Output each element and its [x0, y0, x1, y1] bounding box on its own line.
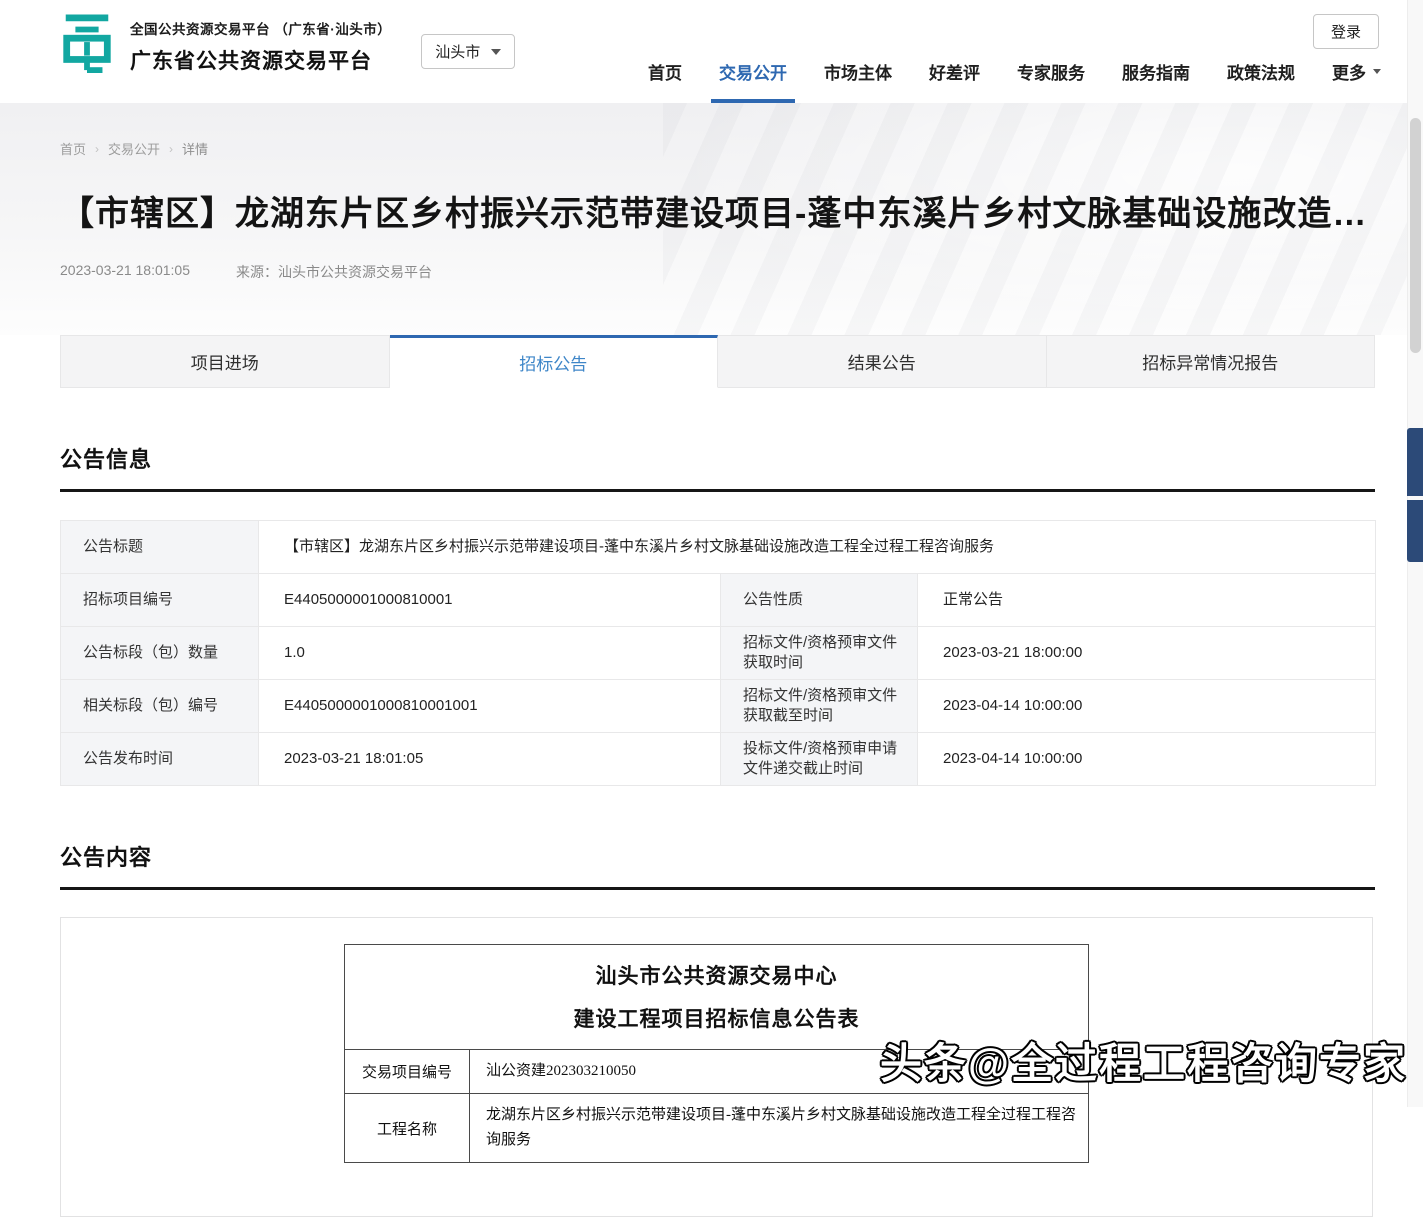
- site-header: 全国公共资源交易平台 （广东省·汕头市） 广东省公共资源交易平台 汕头市 首页 …: [0, 0, 1423, 103]
- city-selector[interactable]: 汕头市: [421, 34, 515, 69]
- site-title-block: 全国公共资源交易平台 （广东省·汕头市） 广东省公共资源交易平台: [130, 12, 391, 75]
- detail-tabs: 项目进场 招标公告 结果公告 招标异常情况报告: [60, 335, 1375, 388]
- info-value: 2023-03-21 18:00:00: [918, 627, 1376, 680]
- article-source: 来源：汕头市公共资源交易平台: [236, 262, 432, 282]
- info-label: 投标文件/资格预审申请文件递交截止时间: [721, 733, 918, 786]
- article-banner: 首页 › 交易公开 › 详情 【市辖区】龙湖东片区乡村振兴示范带建设项目-蓬中东…: [0, 103, 1423, 335]
- main-nav: 首页 交易公开 市场主体 好差评 专家服务 服务指南 政策法规 更多: [648, 39, 1381, 103]
- nav-item-service-guide[interactable]: 服务指南: [1122, 39, 1190, 103]
- nav-item-expert-services[interactable]: 专家服务: [1017, 39, 1085, 103]
- info-value: E4405000001000810001: [259, 574, 721, 627]
- info-value: 2023-04-14 10:00:00: [918, 733, 1376, 786]
- info-label: 相关标段（包）编号: [61, 680, 259, 733]
- article-meta: 2023-03-21 18:01:05 来源：汕头市公共资源交易平台: [60, 262, 1423, 282]
- tab-result-announcement[interactable]: 结果公告: [718, 335, 1047, 388]
- nav-item-market-entities[interactable]: 市场主体: [824, 39, 892, 103]
- table-row: 招标项目编号 E4405000001000810001 公告性质 正常公告: [61, 574, 1376, 627]
- login-button[interactable]: 登录: [1313, 14, 1379, 49]
- site-name-large: 广东省公共资源交易平台: [130, 45, 391, 75]
- tab-tender-announcement[interactable]: 招标公告: [390, 335, 719, 388]
- table-row: 公告标题 【市辖区】龙湖东片区乡村振兴示范带建设项目-蓬中东溪片乡村文脉基础设施…: [61, 521, 1376, 574]
- info-label: 公告发布时间: [61, 733, 259, 786]
- table-row: 相关标段（包）编号 E4405000001000810001001 招标文件/资…: [61, 680, 1376, 733]
- publish-time: 2023-03-21 18:01:05: [60, 262, 190, 282]
- watermark-text: 头条@全过程工程咨询专家: [880, 1030, 1407, 1091]
- nav-item-home[interactable]: 首页: [648, 39, 682, 103]
- doc-title-line-1: 汕头市公共资源交易中心: [345, 955, 1088, 998]
- announcement-content-title: 公告内容: [60, 845, 152, 870]
- breadcrumb-separator: ›: [95, 142, 99, 156]
- breadcrumb: 首页 › 交易公开 › 详情: [60, 103, 1423, 158]
- breadcrumb-home[interactable]: 首页: [60, 139, 86, 158]
- info-value: 2023-04-14 10:00:00: [918, 680, 1376, 733]
- tab-project-entry[interactable]: 项目进场: [60, 335, 390, 388]
- main-content: 公告信息 公告标题 【市辖区】龙湖东片区乡村振兴示范带建设项目-蓬中东溪片乡村文…: [0, 442, 1423, 1217]
- announcement-info-table: 公告标题 【市辖区】龙湖东片区乡村振兴示范带建设项目-蓬中东溪片乡村文脉基础设施…: [60, 520, 1376, 786]
- table-row: 公告发布时间 2023-03-21 18:01:05 投标文件/资格预审申请文件…: [61, 733, 1376, 786]
- chevron-down-icon: [491, 49, 501, 55]
- scrollbar-thumb[interactable]: [1410, 118, 1421, 353]
- info-label: 公告标题: [61, 521, 259, 574]
- nav-item-ratings[interactable]: 好差评: [929, 39, 980, 103]
- breadcrumb-separator: ›: [169, 142, 173, 156]
- info-value: 2023-03-21 18:01:05: [259, 733, 721, 786]
- info-label: 招标文件/资格预审文件获取时间: [721, 627, 918, 680]
- info-label: 招标项目编号: [61, 574, 259, 627]
- tab-abnormal-report[interactable]: 招标异常情况报告: [1047, 335, 1376, 388]
- announcement-info-section-head: 公告信息: [60, 442, 1375, 492]
- info-value: E4405000001000810001001: [259, 680, 721, 733]
- table-row: 公告标段（包）数量 1.0 招标文件/资格预审文件获取时间 2023-03-21…: [61, 627, 1376, 680]
- floating-side-widget[interactable]: [1407, 500, 1423, 562]
- doc-value: 龙湖东片区乡村振兴示范带建设项目-蓬中东溪片乡村文脉基础设施改造工程全过程工程咨…: [470, 1094, 1089, 1163]
- site-branding: 全国公共资源交易平台 （广东省·汕头市） 广东省公共资源交易平台 汕头市: [58, 12, 515, 76]
- breadcrumb-current: 详情: [182, 139, 208, 158]
- table-row: 工程名称 龙湖东片区乡村振兴示范带建设项目-蓬中东溪片乡村文脉基础设施改造工程全…: [345, 1094, 1089, 1163]
- announcement-content-section-head: 公告内容: [60, 840, 1375, 890]
- nav-more-label: 更多: [1332, 59, 1366, 84]
- info-value: 【市辖区】龙湖东片区乡村振兴示范带建设项目-蓬中东溪片乡村文脉基础设施改造工程全…: [259, 521, 1376, 574]
- nav-item-trade-public[interactable]: 交易公开: [719, 39, 787, 103]
- info-label: 公告性质: [721, 574, 918, 627]
- announcement-info-title: 公告信息: [60, 447, 152, 472]
- floating-side-widget[interactable]: [1407, 428, 1423, 496]
- info-value: 正常公告: [918, 574, 1376, 627]
- chevron-down-icon: [1373, 69, 1381, 74]
- page-title: 【市辖区】龙湖东片区乡村振兴示范带建设项目-蓬中东溪片乡村文脉基础设施改造工程全…: [60, 186, 1380, 235]
- doc-label: 交易项目编号: [345, 1050, 470, 1094]
- city-selector-value: 汕头市: [435, 41, 480, 62]
- info-label: 招标文件/资格预审文件获取截至时间: [721, 680, 918, 733]
- nav-item-policies[interactable]: 政策法规: [1227, 39, 1295, 103]
- site-logo-icon[interactable]: [58, 12, 116, 76]
- breadcrumb-trade-public[interactable]: 交易公开: [108, 139, 160, 158]
- info-label: 公告标段（包）数量: [61, 627, 259, 680]
- doc-label: 工程名称: [345, 1094, 470, 1163]
- site-name-small: 全国公共资源交易平台 （广东省·汕头市）: [130, 18, 391, 38]
- info-value: 1.0: [259, 627, 721, 680]
